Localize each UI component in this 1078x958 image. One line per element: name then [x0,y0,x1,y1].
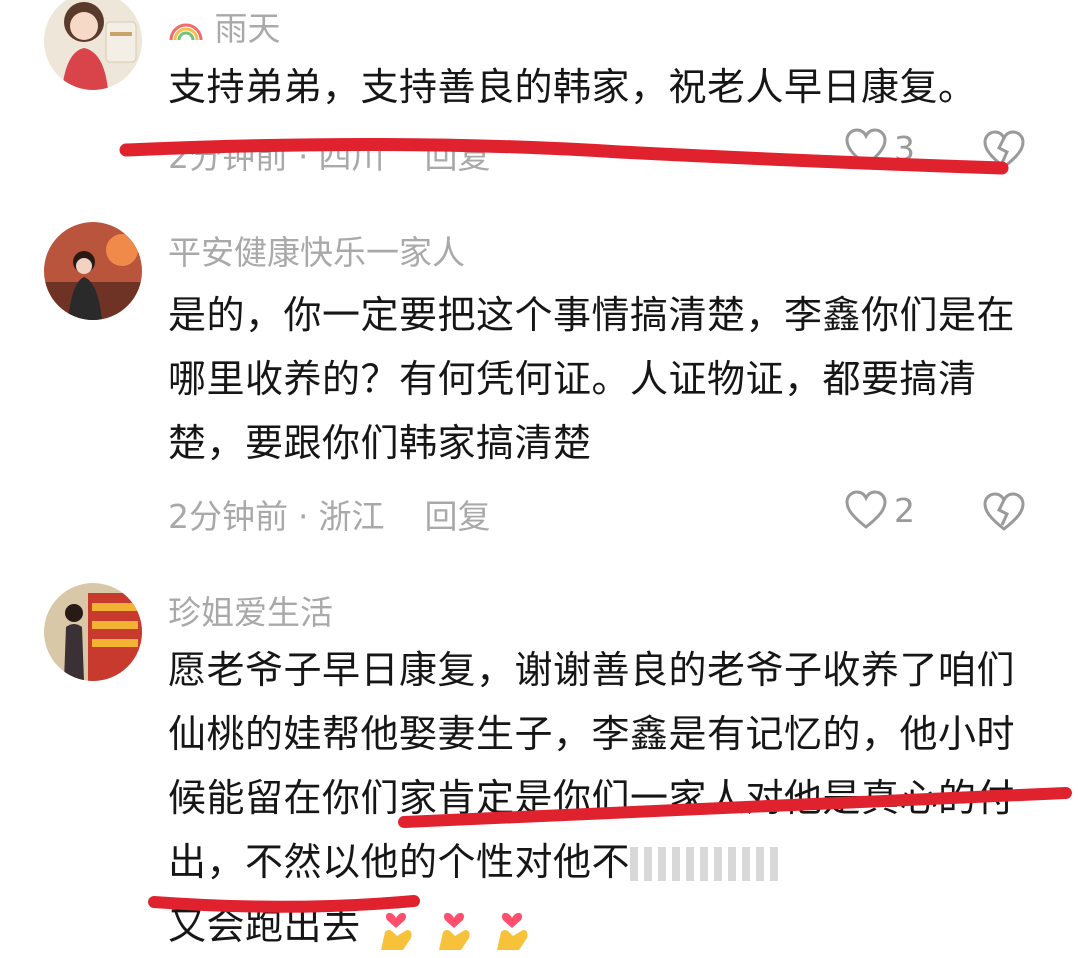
comment-text-body: 愿老爷子早日康复，谢谢善良的老爷子收养了咱们仙桃的娃帮他娶妻生子，李鑫是有记忆的… [168,648,1016,884]
heart-outline-icon [845,128,887,167]
avatar[interactable] [44,0,142,90]
reply-button[interactable]: 回复 [425,137,491,176]
dislike-button[interactable] [982,492,1026,536]
comment-item: 雨天 支持弟弟，支持善良的韩家，祝老人早日康复。 2分钟前 · 四川 回复 3 [0,0,1078,180]
like-button[interactable]: 3 [844,128,915,168]
comment-text-tail: 又会跑出去 [168,904,361,948]
comment-username[interactable]: 雨天 [168,2,281,50]
comment-item: 珍姐爱生活 愿老爷子早日康复，谢谢善良的老爷子收养了咱们仙桃的娃帮他娶妻生子，李… [0,555,1078,951]
comment-item: 平安健康快乐一家人 是的，你一定要把这个事情搞清楚，李鑫你们是在哪里收养的？有何… [0,180,1078,555]
comment-text-redaction [630,847,781,881]
finger-heart-icon [497,912,528,950]
broken-heart-icon [983,130,1025,169]
dislike-button[interactable] [982,130,1026,174]
comment-text: 支持弟弟，支持善良的韩家，祝老人早日康复。 [168,65,977,109]
broken-heart-icon [983,492,1025,531]
reply-button[interactable]: 回复 [425,497,491,536]
comment-meta: 2分钟前 · 浙江 回复 [168,490,491,538]
like-button[interactable]: 2 [844,490,915,530]
separator-dot: · [298,137,309,176]
finger-heart-icon [381,912,412,950]
username-text: 雨天 [214,9,281,48]
like-count: 3 [894,128,915,168]
separator-dot: · [298,497,309,536]
comment-username[interactable]: 珍姐爱生活 [168,586,333,634]
avatar[interactable] [44,583,142,681]
comment-location: 四川 [318,137,385,176]
heart-outline-icon [845,490,887,529]
avatar[interactable] [44,222,142,320]
comment-location: 浙江 [318,497,385,536]
comment-text: 愿老爷子早日康复，谢谢善良的老爷子收养了咱们仙桃的娃帮他娶妻生子，李鑫是有记忆的… [168,638,1038,958]
comment-text: 是的，你一定要把这个事情搞清楚，李鑫你们是在哪里收养的？有何凭何证。人证物证，都… [168,293,1016,465]
rainbow-icon [169,23,203,41]
comment-time: 2分钟前 [168,137,288,176]
comment-username[interactable]: 平安健康快乐一家人 [168,226,465,274]
comment-time: 2分钟前 [168,497,288,536]
emoji-row [373,906,535,952]
comment-meta: 2分钟前 · 四川 回复 [168,130,491,178]
like-count: 2 [894,490,915,530]
finger-heart-icon [439,912,470,950]
